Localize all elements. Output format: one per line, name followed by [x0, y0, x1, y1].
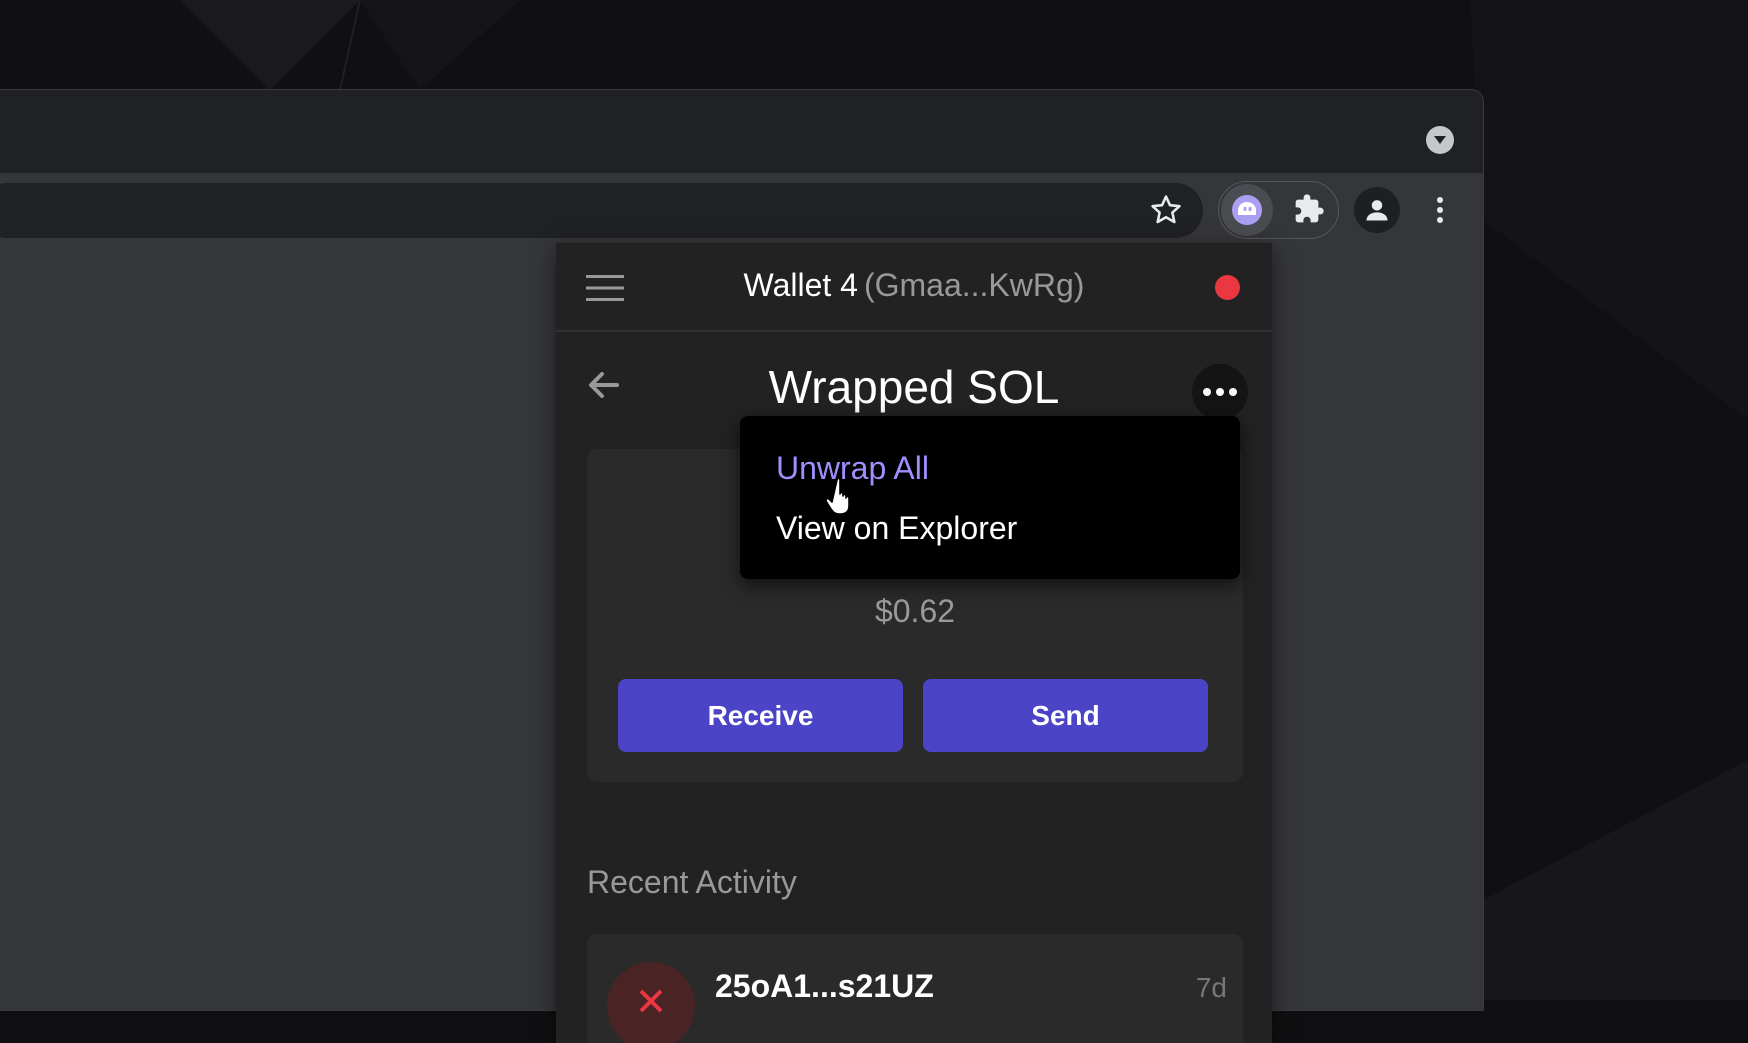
puzzle-icon[interactable] — [1293, 193, 1325, 225]
send-button[interactable]: Send — [923, 679, 1208, 752]
more-options-button[interactable] — [1192, 364, 1248, 420]
recent-activity-heading: Recent Activity — [587, 864, 797, 900]
kebab-menu-icon[interactable] — [1430, 193, 1450, 227]
activity-time: 7d — [1195, 972, 1227, 1003]
browser-toolbar — [0, 173, 1483, 243]
tab-strip — [0, 90, 1483, 173]
star-icon[interactable] — [1149, 193, 1183, 227]
options-dropdown-menu: Unwrap All View on Explorer — [740, 416, 1240, 579]
phantom-extension-button[interactable] — [1221, 184, 1273, 236]
phantom-icon — [1232, 195, 1262, 225]
chevron-down-icon — [1434, 136, 1446, 144]
token-title: Wrapped SOL — [768, 361, 1060, 413]
menu-item-view-on-explorer[interactable]: View on Explorer — [776, 510, 1017, 547]
activity-address: 25oA1...s21UZ — [715, 968, 934, 1004]
profile-button[interactable] — [1354, 187, 1400, 233]
address-bar[interactable] — [0, 183, 1203, 238]
hand-cursor-icon — [827, 477, 850, 515]
activity-avatar — [607, 962, 695, 1043]
connection-status-dot[interactable] — [1215, 275, 1240, 300]
activity-list-item[interactable]: 25oA1...s21UZ 7d — [587, 934, 1243, 1043]
wallet-name: Wallet 4 — [743, 267, 858, 303]
receive-button[interactable]: Receive — [618, 679, 903, 752]
wallet-selector[interactable]: Wallet 4 (Gmaa...KwRg) — [556, 267, 1272, 304]
tab-search-button[interactable] — [1426, 126, 1454, 154]
failed-x-icon — [639, 989, 663, 1013]
profile-icon — [1366, 200, 1388, 221]
popup-header: Wallet 4 (Gmaa...KwRg) — [556, 243, 1272, 332]
balance-usd-value: $0.62 — [874, 593, 956, 629]
more-horizontal-icon — [1203, 388, 1237, 396]
wallet-address: (Gmaa...KwRg) — [863, 267, 1085, 303]
wallet-popup: Wallet 4(Gmaa...KwRg) Wrapped SOL 0. $0.… — [556, 243, 1272, 1043]
